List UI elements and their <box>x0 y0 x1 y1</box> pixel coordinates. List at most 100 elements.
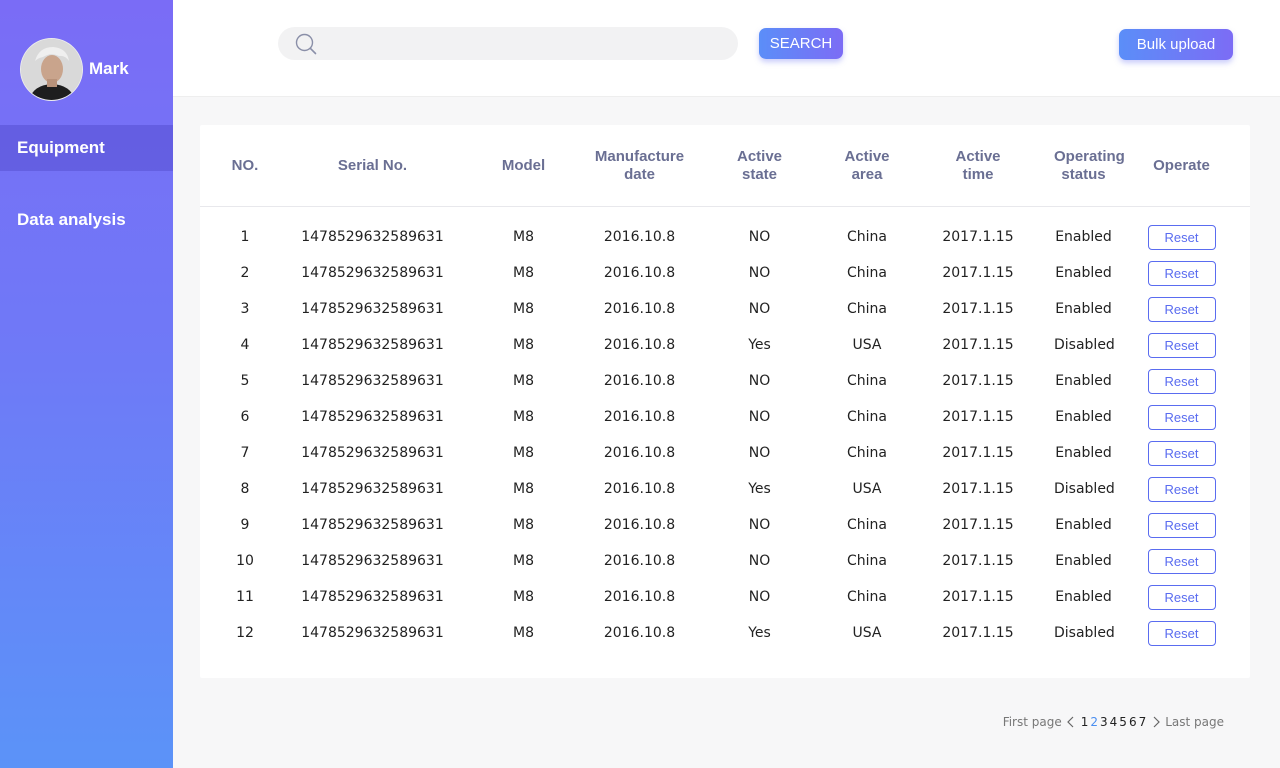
reset-button[interactable]: Reset <box>1147 404 1216 430</box>
cell-active-state: NO <box>748 553 771 569</box>
page-number[interactable]: 2 <box>1090 715 1098 729</box>
column-header-active-area[interactable]: Active area <box>832 125 902 207</box>
column-header-manufacture-date[interactable]: Manufacture date <box>592 125 687 207</box>
equipment-table-card: NO. Serial No. Model Manufacture date Act… <box>200 125 1250 678</box>
reset-button[interactable]: Reset <box>1147 332 1216 358</box>
cell-operate: Reset <box>1113 207 1250 256</box>
cell-active-time: 2017.1.15 <box>942 625 1014 641</box>
avatar[interactable] <box>20 38 83 101</box>
cell-active-state: NO <box>748 301 771 317</box>
reset-button[interactable]: Reset <box>1147 476 1216 502</box>
cell-active-area: USA <box>852 625 882 641</box>
cell-active-area: China <box>847 409 887 425</box>
cell-serial: 1478529632589631 <box>301 229 444 245</box>
cell-active-state: NO <box>748 229 771 245</box>
cell-active-state: NO <box>748 409 771 425</box>
sidebar-item-equipment[interactable]: Equipment <box>0 125 173 171</box>
chevron-left-icon[interactable] <box>1066 716 1076 728</box>
cell-operating-status: Enabled <box>1055 373 1112 389</box>
cell-active-time: 2017.1.15 <box>942 409 1014 425</box>
cell-active-area: China <box>847 553 887 569</box>
cell-operating-status: Enabled <box>1055 301 1112 317</box>
cell-no: 10 <box>236 553 254 569</box>
cell-serial: 1478529632589631 <box>301 409 444 425</box>
chevron-right-icon[interactable] <box>1151 716 1161 728</box>
cell-operate: Reset <box>1113 615 1250 651</box>
last-page-link[interactable]: Last page <box>1165 715 1224 729</box>
column-header-model[interactable]: Model <box>455 125 592 207</box>
sidebar-item-data-analysis[interactable]: Data analysis <box>0 197 173 243</box>
cell-operate: Reset <box>1113 327 1250 363</box>
cell-serial: 1478529632589631 <box>301 445 444 461</box>
cell-manufacture-date: 2016.10.8 <box>603 265 676 281</box>
search-box <box>278 27 738 62</box>
equipment-table: NO. Serial No. Model Manufacture date Act… <box>200 125 1250 651</box>
cell-active-area: China <box>847 229 887 245</box>
cell-serial: 1478529632589631 <box>301 589 444 605</box>
first-page-link[interactable]: First page <box>1003 715 1062 729</box>
reset-button[interactable]: Reset <box>1147 260 1216 286</box>
table-row: 10 1478529632589631 M8 2016.10.8 NO China 2017… <box>200 543 1250 579</box>
cell-operating-status: Enabled <box>1055 409 1112 425</box>
cell-active-state: NO <box>748 445 771 461</box>
reset-button[interactable]: Reset <box>1147 224 1216 250</box>
reset-button[interactable]: Reset <box>1147 548 1216 574</box>
cell-operating-status: Disabled <box>1054 481 1115 497</box>
cell-no: 7 <box>240 445 250 461</box>
cell-operate: Reset <box>1113 291 1250 327</box>
reset-button[interactable]: Reset <box>1147 512 1216 538</box>
column-header-active-state[interactable]: Active state <box>687 125 832 207</box>
cell-manufacture-date: 2016.10.8 <box>603 589 676 605</box>
cell-no: 1 <box>240 229 250 245</box>
table-row: 11 1478529632589631 M8 2016.10.8 NO China 2017… <box>200 579 1250 615</box>
bulk-upload-button[interactable]: Bulk upload <box>1119 29 1233 60</box>
page-number[interactable]: 6 <box>1129 715 1137 729</box>
reset-button[interactable]: Reset <box>1147 620 1216 646</box>
search-button[interactable]: SEARCH <box>759 28 843 59</box>
cell-operating-status: Enabled <box>1055 517 1112 533</box>
cell-manufacture-date: 2016.10.8 <box>603 517 676 533</box>
reset-button[interactable]: Reset <box>1147 296 1216 322</box>
cell-manufacture-date: 2016.10.8 <box>603 373 676 389</box>
cell-no: 12 <box>236 625 254 641</box>
column-header-active-time[interactable]: Active time <box>902 125 1054 207</box>
table-row: 5 1478529632589631 M8 2016.10.8 NO China 2017.… <box>200 363 1250 399</box>
reset-button[interactable]: Reset <box>1147 440 1216 466</box>
cell-serial: 1478529632589631 <box>301 301 444 317</box>
column-header-operating-status[interactable]: Operating status <box>1054 125 1125 207</box>
cell-active-time: 2017.1.15 <box>942 553 1014 569</box>
search-icon[interactable] <box>295 33 317 55</box>
cell-manufacture-date: 2016.10.8 <box>603 553 676 569</box>
cell-model: M8 <box>513 229 534 245</box>
pagination: First page 1234567 Last page <box>1003 715 1224 729</box>
cell-serial: 1478529632589631 <box>301 373 444 389</box>
cell-active-time: 2017.1.15 <box>942 337 1014 353</box>
page-number[interactable]: 7 <box>1139 715 1147 729</box>
column-header-no[interactable]: NO. <box>200 125 290 207</box>
page-number[interactable]: 4 <box>1110 715 1118 729</box>
cell-operating-status: Enabled <box>1055 553 1112 569</box>
cell-model: M8 <box>513 481 534 497</box>
cell-active-state: NO <box>748 517 771 533</box>
cell-active-time: 2017.1.15 <box>942 589 1014 605</box>
column-header-serial[interactable]: Serial No. <box>290 125 455 207</box>
cell-manufacture-date: 2016.10.8 <box>603 625 676 641</box>
page-number[interactable]: 3 <box>1100 715 1108 729</box>
cell-active-area: China <box>847 265 887 281</box>
cell-active-time: 2017.1.15 <box>942 481 1014 497</box>
reset-button[interactable]: Reset <box>1147 368 1216 394</box>
cell-active-area: China <box>847 445 887 461</box>
cell-model: M8 <box>513 301 534 317</box>
cell-model: M8 <box>513 445 534 461</box>
reset-button[interactable]: Reset <box>1147 584 1216 610</box>
page-numbers: 1234567 <box>1080 715 1147 729</box>
page-number[interactable]: 5 <box>1119 715 1127 729</box>
cell-active-state: Yes <box>748 337 771 353</box>
cell-active-time: 2017.1.15 <box>942 229 1014 245</box>
cell-operate: Reset <box>1113 543 1250 579</box>
search-input[interactable] <box>326 27 730 62</box>
cell-operate: Reset <box>1113 435 1250 471</box>
page-number[interactable]: 1 <box>1081 715 1089 729</box>
cell-manufacture-date: 2016.10.8 <box>603 481 676 497</box>
avatar-image <box>21 39 82 100</box>
